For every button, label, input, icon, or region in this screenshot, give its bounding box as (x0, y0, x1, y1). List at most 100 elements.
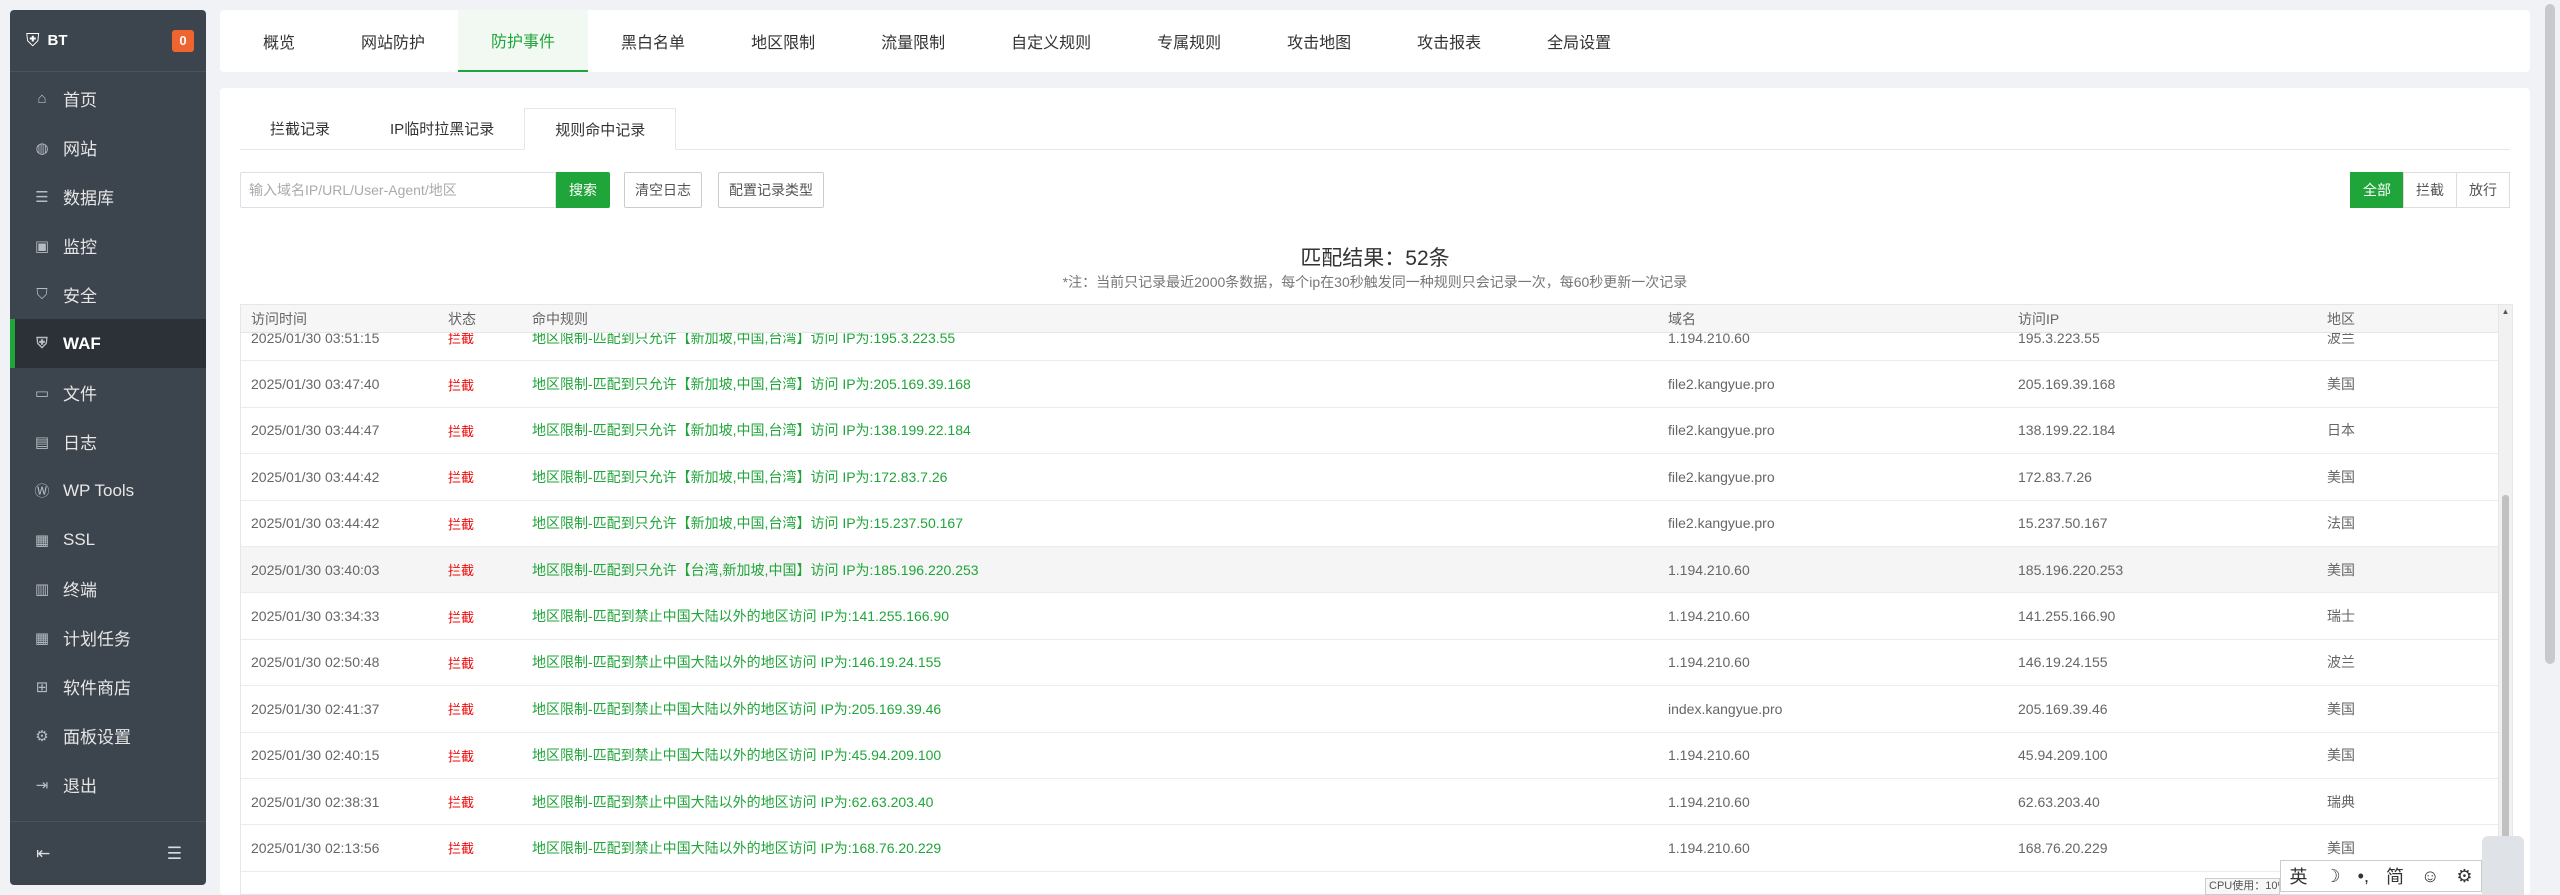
top-tab-1[interactable]: 网站防护 (328, 10, 458, 72)
filter-option-1[interactable]: 拦截 (2403, 172, 2457, 208)
ime-moon-icon[interactable]: ☽ (2325, 866, 2341, 887)
cell-time: 2025/01/30 03:44:42 (251, 515, 380, 532)
ime-punctuation-icon[interactable]: •, (2358, 866, 2369, 887)
top-tab-4[interactable]: 地区限制 (718, 10, 848, 72)
cell-time: 2025/01/30 02:13:56 (251, 839, 380, 856)
scroll-up-arrow-icon[interactable]: ▲ (2499, 305, 2512, 319)
sidebar-item-6[interactable]: ▭ 文件 (10, 368, 206, 417)
top-tab-6[interactable]: 自定义规则 (978, 10, 1124, 72)
table-row[interactable]: 2025/01/30 02:41:37 拦截 地区限制-匹配到禁止中国大陆以外的地区… (241, 686, 2498, 733)
cell-region: 瑞典 (2327, 793, 2355, 810)
sidebar-item-4[interactable]: ⛉ 安全 (10, 270, 206, 319)
wordpress-icon: Ⓦ (34, 483, 50, 500)
subtab-1[interactable]: IP临时拉黑记录 (360, 108, 524, 149)
sidebar-item-8[interactable]: Ⓦ WP Tools (10, 466, 206, 515)
table-row[interactable]: 2025/01/30 03:44:42 拦截 地区限制-匹配到只允许【新加坡,中国,… (241, 501, 2498, 547)
ime-english-mode-icon[interactable]: 英 (2290, 863, 2308, 889)
sidebar-item-3[interactable]: ▣ 监控 (10, 221, 206, 270)
result-note: *注：当前只记录最近2000条数据，每个ip在30秒触发同一种规则只会记录一次，… (1062, 274, 1688, 290)
sidebar-menu: ⌂ 首页 ◍ 网站 ☰ 数据库 ▣ 监控 ⛉ 安全 ⛨ WAF ▭ 文件 ▤ 日志 Ⓦ WP Tools ▦ SSL ▥… (10, 72, 206, 809)
column-header[interactable]: 访问时间 (241, 309, 438, 329)
filter-option-0[interactable]: 全部 (2350, 172, 2404, 208)
cell-ip: 15.237.50.167 (2018, 515, 2108, 532)
table-header: 访问时间 状态 命中规则 域名 访问IP 地区 (241, 305, 2498, 333)
top-tab-5[interactable]: 流量限制 (848, 10, 978, 72)
top-tab-9[interactable]: 攻击报表 (1384, 10, 1514, 72)
sidebar-item-label: 计划任务 (63, 630, 131, 649)
sidebar-item-2[interactable]: ☰ 数据库 (10, 172, 206, 221)
cell-domain: 1.194.210.60 (1668, 747, 1750, 764)
cell-status: 拦截 (448, 795, 475, 811)
column-header[interactable]: 状态 (438, 309, 522, 329)
cell-domain: file2.kangyue.pro (1668, 422, 1775, 439)
page-scroll-thumb[interactable] (2545, 4, 2555, 664)
cell-region: 美国 (2327, 700, 2355, 717)
sidebar-item-label: 监控 (63, 238, 97, 257)
ime-simplified-icon[interactable]: 简 (2386, 863, 2404, 889)
cell-rule: 地区限制-匹配到禁止中国大陆以外的地区访问 IP为:62.63.203.40 (532, 793, 934, 810)
sidebar-item-10[interactable]: ▥ 终端 (10, 564, 206, 613)
waf-shield-icon: ⛨ (36, 335, 48, 352)
search-input[interactable] (240, 172, 556, 208)
cell-status: 拦截 (448, 655, 475, 671)
cell-ip: 205.169.39.168 (2018, 376, 2116, 393)
cell-region: 瑞士 (2327, 608, 2355, 625)
cell-domain: file2.kangyue.pro (1668, 515, 1775, 532)
column-header[interactable]: 命中规则 (522, 309, 1658, 329)
cell-domain: index.kangyue.pro (1668, 700, 1783, 717)
sidebar-item-13[interactable]: ⚙ 面板设置 (10, 711, 206, 760)
ime-emoji-icon[interactable]: ☺ (2421, 866, 2439, 887)
sidebar-item-label: 日志 (63, 434, 97, 453)
cell-ip: 146.19.24.155 (2018, 654, 2108, 671)
table-row[interactable]: 2025/01/30 03:44:42 拦截 地区限制-匹配到只允许【新加坡,中国,… (241, 454, 2498, 501)
top-tab-3[interactable]: 黑白名单 (588, 10, 718, 72)
table-row[interactable]: 2025/01/30 03:44:47 拦截 地区限制-匹配到只允许【新加坡,中国,… (241, 408, 2498, 455)
sidebar-item-9[interactable]: ▦ SSL (10, 515, 206, 564)
column-header[interactable]: 地区 (2317, 309, 2498, 329)
cell-rule: 地区限制-匹配到只允许【新加坡,中国,台湾】访问 IP为:172.83.7.26 (532, 468, 948, 485)
cell-rule: 地区限制-匹配到只允许【台湾,新加坡,中国】访问 IP为:185.196.220… (532, 561, 979, 578)
sidebar-item-0[interactable]: ⌂ 首页 (10, 74, 206, 123)
table-row[interactable]: 2025/01/30 03:34:33 拦截 地区限制-匹配到禁止中国大陆以外的地区… (241, 593, 2498, 640)
subtab-2[interactable]: 规则命中记录 (524, 108, 677, 150)
cell-domain: 1.194.210.60 (1668, 793, 1750, 810)
top-tab-7[interactable]: 专属规则 (1124, 10, 1254, 72)
table-row[interactable]: 2025/01/30 02:50:48 拦截 地区限制-匹配到禁止中国大陆以外的地区… (241, 640, 2498, 687)
cell-time: 2025/01/30 03:44:42 (251, 468, 380, 485)
column-header[interactable]: 访问IP (2008, 309, 2317, 329)
column-header[interactable]: 域名 (1658, 309, 2008, 329)
sidebar-item-7[interactable]: ▤ 日志 (10, 417, 206, 466)
table-row[interactable]: 2025/01/30 02:38:31 拦截 地区限制-匹配到禁止中国大陆以外的地区… (241, 779, 2498, 826)
table-scroll-thumb[interactable] (2502, 495, 2509, 890)
hit-records-table: 访问时间 状态 命中规则 域名 访问IP 地区 2025/01/30 03:51:15 拦截… (240, 304, 2513, 895)
sidebar-item-11[interactable]: ▦ 计划任务 (10, 613, 206, 662)
cell-region: 美国 (2327, 561, 2355, 578)
sidebar-item-5[interactable]: ⛨ WAF (10, 319, 206, 368)
page-scrollbar[interactable] (2540, 0, 2560, 895)
notification-badge[interactable]: 0 (172, 29, 194, 52)
config-record-type-button[interactable]: 配置记录类型 (718, 172, 824, 208)
table-row[interactable]: 2025/01/30 02:13:56 拦截 地区限制-匹配到禁止中国大陆以外的地区… (241, 825, 2498, 872)
ime-settings-icon[interactable]: ⚙ (2456, 866, 2472, 887)
top-tab-10[interactable]: 全局设置 (1514, 10, 1644, 72)
filter-option-2[interactable]: 放行 (2456, 172, 2510, 208)
sidebar-item-1[interactable]: ◍ 网站 (10, 123, 206, 172)
subtab-0[interactable]: 拦截记录 (240, 108, 360, 149)
top-tab-8[interactable]: 攻击地图 (1254, 10, 1384, 72)
logout-icon: ⇥ (35, 776, 49, 794)
sidebar-item-12[interactable]: ⊞ 软件商店 (10, 662, 206, 711)
top-tab-0[interactable]: 概览 (230, 10, 328, 72)
clear-log-button[interactable]: 清空日志 (624, 172, 702, 208)
collapse-indent-icon[interactable]: ⇤ (36, 844, 50, 864)
table-scrollbar[interactable]: ▲ (2498, 305, 2512, 894)
top-tab-2[interactable]: 防护事件 (458, 10, 589, 72)
sidebar-item-label: WAF (63, 333, 101, 353)
table-row[interactable]: 2025/01/30 03:47:40 拦截 地区限制-匹配到只允许【新加坡,中国,… (241, 361, 2498, 408)
cell-rule: 地区限制-匹配到禁止中国大陆以外的地区访问 IP为:168.76.20.229 (532, 839, 942, 856)
sidebar-item-14[interactable]: ⇥ 退出 (10, 760, 206, 809)
cell-status: 拦截 (448, 563, 475, 579)
menu-list-icon[interactable]: ☰ (167, 844, 182, 864)
table-row[interactable]: 2025/01/30 02:40:15 拦截 地区限制-匹配到禁止中国大陆以外的地区… (241, 733, 2498, 779)
search-button[interactable]: 搜索 (556, 172, 610, 208)
table-row[interactable]: 2025/01/30 03:40:03 拦截 地区限制-匹配到只允许【台湾,新加坡,… (241, 546, 2498, 594)
